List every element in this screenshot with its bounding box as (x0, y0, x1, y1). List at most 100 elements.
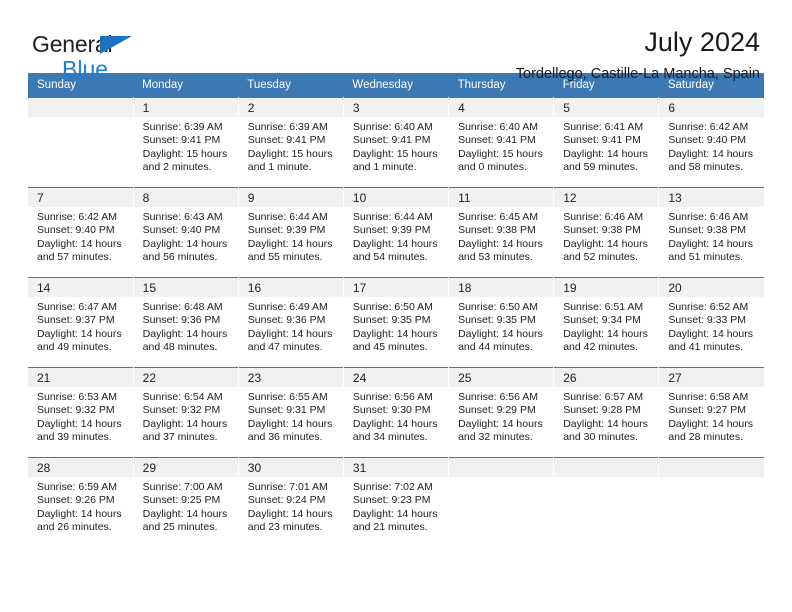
day-details: Sunrise: 6:58 AM Sunset: 9:27 PM Daylight:… (659, 387, 764, 445)
calendar-day-cell[interactable]: 5 Sunrise: 6:41 AM Sunset: 9:41 PM Daylight… (553, 97, 660, 188)
sunrise-text: Sunrise: 7:01 AM (247, 481, 328, 493)
calendar-cell-empty (553, 457, 660, 548)
weekday-header-tuesday: Tuesday (238, 73, 344, 98)
day-details: Sunrise: 6:42 AM Sunset: 9:40 PM Daylight:… (28, 207, 133, 265)
day-details: Sunrise: 6:39 AM Sunset: 9:41 PM Daylight:… (134, 117, 238, 175)
day-details: Sunrise: 6:41 AM Sunset: 9:41 PM Daylight:… (554, 117, 658, 175)
daylight-text-line2: and 1 minute. (247, 161, 312, 174)
day-number: 1 (133, 98, 238, 117)
calendar-day-cell[interactable]: 1 Sunrise: 6:39 AM Sunset: 9:41 PM Daylight… (133, 97, 239, 188)
sunset-text: Sunset: 9:25 PM (142, 494, 221, 507)
sunset-text: Sunset: 9:34 PM (563, 314, 641, 327)
daylight-text-line2: and 26 minutes. (37, 521, 112, 534)
calendar-day-cell[interactable]: 17 Sunrise: 6:50 AM Sunset: 9:35 PM Dayligh… (343, 277, 450, 368)
day-cell-inner: 4 Sunrise: 6:40 AM Sunset: 9:41 PM Daylight… (449, 98, 554, 187)
day-details: Sunrise: 6:40 AM Sunset: 9:41 PM Daylight:… (449, 117, 553, 175)
day-details: Sunrise: 6:39 AM Sunset: 9:41 PM Daylight:… (239, 117, 343, 175)
day-cell-inner: 21 Sunrise: 6:53 AM Sunset: 9:32 PM Dayligh… (28, 368, 133, 457)
calendar-day-cell[interactable]: 31 Sunrise: 7:02 AM Sunset: 9:23 PM Dayligh… (343, 457, 450, 548)
page-subtitle: Tordellego, Castille-La Mancha, Spain (515, 66, 760, 83)
sunrise-text: Sunrise: 6:52 AM (668, 301, 749, 313)
calendar-day-cell[interactable]: 7 Sunrise: 6:42 AM Sunset: 9:40 PM Daylight… (28, 187, 134, 278)
calendar-day-cell[interactable]: 18 Sunrise: 6:50 AM Sunset: 9:35 PM Dayligh… (448, 277, 555, 368)
day-details: Sunrise: 6:48 AM Sunset: 9:36 PM Daylight:… (134, 297, 238, 355)
calendar-day-cell[interactable]: 20 Sunrise: 6:52 AM Sunset: 9:33 PM Dayligh… (658, 277, 764, 368)
daylight-text-line1: Daylight: 14 hours (668, 237, 753, 250)
daylight-text-line2: and 47 minutes. (247, 341, 323, 354)
sunset-text: Sunset: 9:41 PM (247, 134, 326, 147)
calendar-day-cell[interactable]: 11 Sunrise: 6:45 AM Sunset: 9:38 PM Dayligh… (448, 187, 555, 278)
sunrise-text: Sunrise: 6:56 AM (352, 391, 433, 403)
day-details: Sunrise: 6:43 AM Sunset: 9:40 PM Daylight:… (134, 207, 238, 265)
calendar-day-cell[interactable]: 4 Sunrise: 6:40 AM Sunset: 9:41 PM Daylight… (448, 97, 555, 188)
calendar-day-cell[interactable]: 9 Sunrise: 6:44 AM Sunset: 9:39 PM Daylight… (238, 187, 344, 278)
calendar-day-cell[interactable]: 22 Sunrise: 6:54 AM Sunset: 9:32 PM Dayligh… (133, 367, 239, 458)
calendar-day-cell[interactable]: 19 Sunrise: 6:51 AM Sunset: 9:34 PM Dayligh… (553, 277, 660, 368)
weekday-header-monday: Monday (133, 73, 239, 98)
calendar-day-cell[interactable]: 2 Sunrise: 6:39 AM Sunset: 9:41 PM Daylight… (238, 97, 344, 188)
calendar-day-cell[interactable]: 16 Sunrise: 6:49 AM Sunset: 9:36 PM Dayligh… (238, 277, 344, 368)
sunset-text: Sunset: 9:35 PM (458, 314, 536, 327)
daylight-text-line1: Daylight: 14 hours (37, 417, 122, 430)
sunset-text: Sunset: 9:41 PM (352, 134, 431, 147)
sunset-text: Sunset: 9:36 PM (142, 314, 221, 327)
sunset-text: Sunset: 9:39 PM (352, 224, 431, 237)
day-number (659, 458, 764, 477)
day-cell-inner: 12 Sunrise: 6:46 AM Sunset: 9:38 PM Dayligh… (554, 188, 659, 277)
day-number: 8 (133, 188, 238, 207)
day-number (554, 458, 659, 477)
calendar-day-cell[interactable]: 8 Sunrise: 6:43 AM Sunset: 9:40 PM Daylight… (133, 187, 239, 278)
sunrise-text: Sunrise: 6:54 AM (142, 391, 223, 403)
daylight-text-line2: and 41 minutes. (668, 341, 744, 354)
calendar-day-cell[interactable]: 14 Sunrise: 6:47 AM Sunset: 9:37 PM Dayligh… (28, 277, 134, 368)
calendar-page: General Blue July 2024 Tordellego, Casti… (0, 0, 792, 612)
calendar-week-row: 14 Sunrise: 6:47 AM Sunset: 9:37 PM Dayligh… (28, 277, 764, 368)
calendar-day-cell[interactable]: 3 Sunrise: 6:40 AM Sunset: 9:41 PM Daylight… (343, 97, 450, 188)
day-number: 9 (238, 188, 343, 207)
day-number: 24 (343, 368, 449, 387)
calendar-day-cell[interactable]: 26 Sunrise: 6:57 AM Sunset: 9:28 PM Dayligh… (553, 367, 660, 458)
calendar-day-cell[interactable]: 29 Sunrise: 7:00 AM Sunset: 9:25 PM Dayligh… (133, 457, 239, 548)
sunrise-text: Sunrise: 6:50 AM (458, 301, 539, 313)
day-number: 12 (554, 188, 659, 207)
daylight-text-line2: and 45 minutes. (352, 341, 428, 354)
calendar-day-cell[interactable]: 13 Sunrise: 6:46 AM Sunset: 9:38 PM Dayligh… (658, 187, 764, 278)
calendar-cell-empty (28, 97, 134, 188)
general-blue-logo[interactable]: General Blue (32, 33, 132, 82)
sunset-text: Sunset: 9:40 PM (668, 134, 746, 147)
daylight-text-line1: Daylight: 15 hours (142, 147, 228, 160)
daylight-text-line1: Daylight: 14 hours (142, 417, 228, 430)
calendar-day-cell[interactable]: 10 Sunrise: 6:44 AM Sunset: 9:39 PM Dayligh… (343, 187, 450, 278)
daylight-text-line2: and 25 minutes. (142, 521, 218, 534)
day-details: Sunrise: 6:46 AM Sunset: 9:38 PM Daylight:… (554, 207, 658, 265)
calendar-day-cell[interactable]: 24 Sunrise: 6:56 AM Sunset: 9:30 PM Dayligh… (343, 367, 450, 458)
calendar-day-cell[interactable]: 12 Sunrise: 6:46 AM Sunset: 9:38 PM Dayligh… (553, 187, 660, 278)
calendar-day-cell[interactable]: 28 Sunrise: 6:59 AM Sunset: 9:26 PM Dayligh… (28, 457, 134, 548)
calendar-day-cell[interactable]: 21 Sunrise: 6:53 AM Sunset: 9:32 PM Dayligh… (28, 367, 134, 458)
daylight-text-line1: Daylight: 14 hours (668, 417, 753, 430)
weekday-header-wednesday: Wednesday (343, 73, 449, 98)
day-number: 22 (133, 368, 238, 387)
calendar-day-cell[interactable]: 30 Sunrise: 7:01 AM Sunset: 9:24 PM Dayligh… (238, 457, 344, 548)
daylight-text-line1: Daylight: 14 hours (563, 147, 648, 160)
calendar-day-cell[interactable]: 15 Sunrise: 6:48 AM Sunset: 9:36 PM Dayligh… (133, 277, 239, 368)
calendar-day-cell[interactable]: 6 Sunrise: 6:42 AM Sunset: 9:40 PM Daylight… (658, 97, 764, 188)
calendar-day-cell[interactable]: 27 Sunrise: 6:58 AM Sunset: 9:27 PM Dayligh… (658, 367, 764, 458)
daylight-text-line1: Daylight: 14 hours (458, 417, 543, 430)
day-cell-inner: 8 Sunrise: 6:43 AM Sunset: 9:40 PM Daylight… (133, 188, 238, 277)
daylight-text-line1: Daylight: 14 hours (247, 417, 333, 430)
day-cell-inner: 26 Sunrise: 6:57 AM Sunset: 9:28 PM Dayligh… (554, 368, 659, 457)
day-cell-inner: 13 Sunrise: 6:46 AM Sunset: 9:38 PM Dayligh… (659, 188, 764, 277)
daylight-text-line2: and 21 minutes. (352, 521, 428, 534)
calendar-day-cell[interactable]: 25 Sunrise: 6:56 AM Sunset: 9:29 PM Dayligh… (448, 367, 555, 458)
day-number: 28 (28, 458, 133, 477)
daylight-text-line1: Daylight: 14 hours (563, 327, 648, 340)
day-cell-inner: 9 Sunrise: 6:44 AM Sunset: 9:39 PM Daylight… (238, 188, 343, 277)
day-details: Sunrise: 6:49 AM Sunset: 9:36 PM Daylight:… (239, 297, 343, 355)
sunset-text: Sunset: 9:24 PM (247, 494, 326, 507)
sunrise-text: Sunrise: 6:51 AM (563, 301, 644, 313)
day-details: Sunrise: 6:44 AM Sunset: 9:39 PM Daylight:… (344, 207, 448, 265)
daylight-text-line1: Daylight: 14 hours (247, 237, 333, 250)
calendar-day-cell[interactable]: 23 Sunrise: 6:55 AM Sunset: 9:31 PM Dayligh… (238, 367, 344, 458)
daylight-text-line2: and 42 minutes. (563, 341, 638, 354)
